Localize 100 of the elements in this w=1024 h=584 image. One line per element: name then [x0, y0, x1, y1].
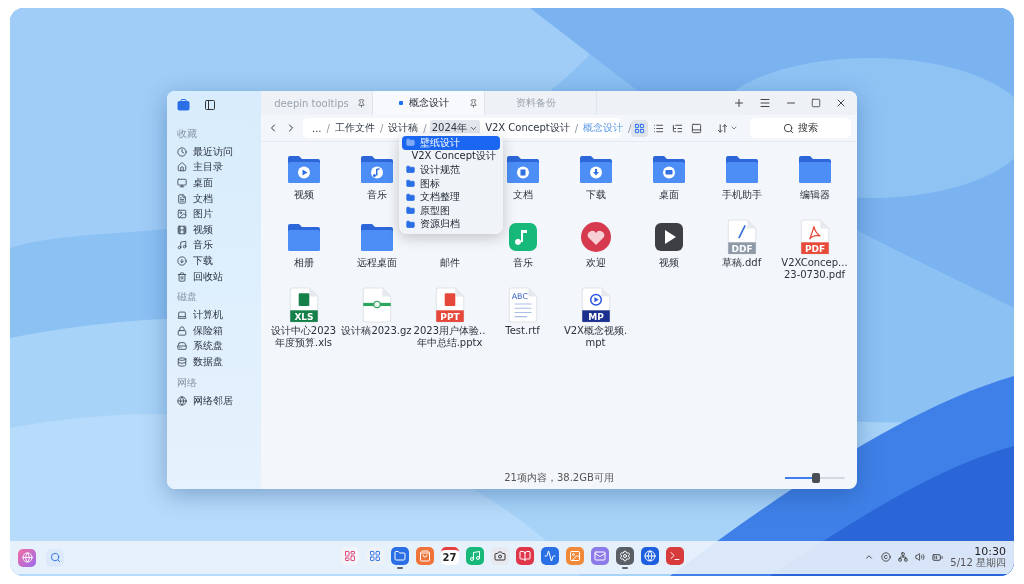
download-folder-icon: [578, 154, 613, 184]
menu-item[interactable]: 文档整理: [402, 190, 500, 204]
video-file-icon: MP: [580, 287, 611, 323]
file-name[interactable]: 手机助手: [705, 189, 778, 201]
file-name[interactable]: Test.rtf: [486, 325, 559, 337]
globe-icon: [640, 547, 659, 565]
sidebar-group-title: 网络: [176, 375, 198, 390]
mail-icon: [590, 547, 609, 565]
monitor-icon: [177, 178, 187, 188]
sidebar-item[interactable]: 图片: [193, 207, 213, 222]
running-indicator: [621, 567, 628, 569]
file-name[interactable]: 桌面: [632, 189, 705, 201]
file-name[interactable]: 2023用户体验..年中总结.pptx: [413, 325, 486, 348]
globe-icon: [177, 395, 187, 406]
folder-icon: [724, 154, 759, 184]
copyright-icon[interactable]: [881, 552, 892, 563]
desktop-folder-icon: [651, 154, 686, 184]
sidebar-item[interactable]: 保险箱: [193, 323, 223, 338]
file-name[interactable]: 远程桌面: [340, 257, 413, 269]
folder-icon: [406, 192, 415, 202]
file-name[interactable]: 设计中心2023年度预算.xls: [267, 325, 340, 348]
presentation-file-icon: PPT: [434, 287, 465, 323]
folder-icon: [406, 138, 415, 148]
music-note-icon: [465, 547, 484, 565]
database-icon: [177, 356, 187, 367]
image-icon: [177, 209, 187, 220]
file-name[interactable]: 欢迎: [559, 257, 632, 269]
file-name[interactable]: 编辑器: [778, 189, 851, 201]
tab[interactable]: 概念设计: [373, 91, 485, 115]
search-field[interactable]: 搜索: [750, 118, 851, 138]
film-icon: [177, 224, 187, 235]
path-separator: /: [628, 122, 632, 134]
sidebar-item[interactable]: 数据盘: [193, 354, 223, 369]
menu-item[interactable]: 图标: [402, 176, 500, 191]
slider-thumb[interactable]: [812, 473, 821, 483]
close-icon[interactable]: [835, 97, 847, 109]
new-tab-icon[interactable]: [733, 97, 745, 109]
sort-button[interactable]: [717, 122, 738, 134]
menu-icon[interactable]: [759, 97, 771, 109]
sidebar-item[interactable]: 计算机: [193, 308, 223, 323]
dock-item[interactable]: [614, 546, 635, 569]
battery-icon[interactable]: [932, 552, 944, 563]
volume-icon[interactable]: [915, 552, 926, 563]
menu-item[interactable]: 设计规范: [402, 163, 500, 177]
sidebar-item[interactable]: 回收站: [193, 269, 223, 284]
menu-item[interactable]: 原型图: [402, 203, 500, 218]
network-icon[interactable]: [898, 552, 909, 563]
clock[interactable]: 10:30 5/12 星期四: [950, 546, 1006, 569]
file-name[interactable]: 视频: [632, 257, 705, 269]
path-separator: /: [379, 122, 384, 134]
video-player-icon: [653, 222, 684, 252]
file-name[interactable]: 邮件: [413, 257, 486, 269]
pin-icon[interactable]: [469, 98, 478, 108]
menu-item[interactable]: V2X Concept设计: [402, 149, 500, 164]
folder-icon: [406, 219, 415, 229]
file-name[interactable]: 设计稿2023.gz: [340, 325, 413, 337]
file-name[interactable]: V2XConcep...23-0730.pdf: [778, 257, 851, 280]
folder-icon: [797, 154, 832, 184]
file-name[interactable]: 下载: [559, 189, 632, 201]
trash-icon: [177, 271, 187, 282]
terminal-icon: [665, 547, 684, 565]
status-text: 21项内容，38.2GB可用: [504, 471, 614, 485]
path-separator: /: [326, 122, 330, 134]
draft-file-icon: DDF: [726, 219, 757, 255]
menu-item[interactable]: 壁纸设计: [402, 136, 500, 150]
path-segment[interactable]: V2X Concept设计: [483, 120, 572, 136]
pin-icon[interactable]: [357, 98, 366, 108]
dock-item[interactable]: [389, 546, 410, 569]
briefcase-icon: [177, 99, 190, 111]
sidebar-item[interactable]: 网络邻居: [193, 393, 233, 408]
path-segment[interactable]: 设计稿: [386, 120, 421, 136]
caret-icon: [730, 124, 738, 132]
laptop-icon: [177, 310, 187, 321]
maximize-icon[interactable]: [811, 98, 821, 108]
path-segment[interactable]: 工作文件: [332, 120, 377, 136]
sidebar-item[interactable]: 音乐: [193, 238, 213, 253]
file-name[interactable]: 音乐: [486, 257, 559, 269]
file-name[interactable]: V2X概念视频.mpt: [559, 325, 632, 348]
assistant-icon[interactable]: [18, 548, 36, 567]
file-name[interactable]: 相册: [267, 257, 340, 269]
search-icon[interactable]: [46, 548, 64, 567]
music-app-icon: [507, 222, 538, 252]
sidebar-item[interactable]: 主目录: [193, 160, 223, 175]
sidebar-item[interactable]: 最近访问: [193, 144, 233, 159]
search-icon: [783, 122, 794, 134]
file-name[interactable]: 视频: [267, 189, 340, 201]
sidebar-item[interactable]: 桌面: [193, 176, 213, 190]
sidebar-item[interactable]: 文档: [193, 191, 213, 206]
grid-view-icon[interactable]: [631, 119, 648, 137]
sidebar-item[interactable]: 视频: [193, 222, 213, 237]
video-folder-icon: [286, 154, 321, 184]
file-name[interactable]: 草稿.ddf: [705, 257, 778, 269]
sidebar-item[interactable]: 下载: [193, 253, 213, 268]
sidebar-item[interactable]: 系统盘: [193, 339, 223, 354]
home-icon: [177, 162, 187, 173]
menu-item[interactable]: 资源归档: [402, 217, 500, 232]
path-segment[interactable]: ...: [310, 121, 324, 135]
settings-icon: [615, 547, 634, 565]
sidebar-toggle-icon[interactable]: [204, 99, 216, 111]
document-folder-icon: [505, 154, 540, 184]
